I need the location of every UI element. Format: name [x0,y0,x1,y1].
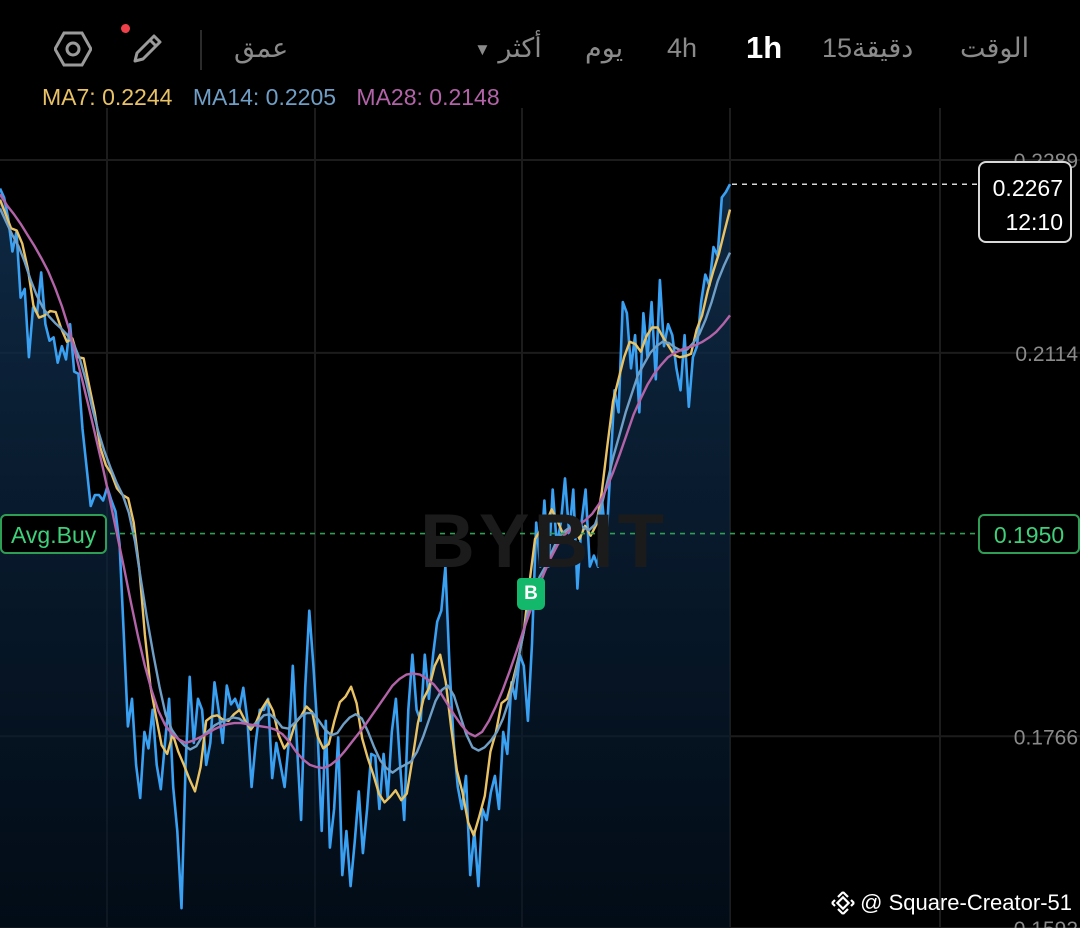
interval-15m-tab[interactable]: 15دقيقة [822,28,913,68]
ma14-legend: MA14: 0.2205 [192,84,337,110]
interval-4h-tab[interactable]: 4h [667,28,697,68]
dropdown-triangle-icon: ▼ [474,39,491,59]
buy-marker[interactable]: B [517,578,545,610]
exchange-watermark: BYBIT [420,499,668,584]
interval-day-tab[interactable]: يوم [585,28,623,68]
more-dropdown[interactable]: ▼ أكثر [474,28,542,68]
ma-legend: MA7: 0.2244 MA14: 0.2205 MA28: 0.2148 [42,84,514,111]
settings-hex-icon[interactable] [52,28,94,70]
chart-overlays [110,183,978,535]
ma28-legend: MA28: 0.2148 [356,84,500,110]
draw-pencil-icon[interactable] [126,28,168,70]
avg-buy-label[interactable]: Avg.Buy [0,514,108,554]
creator-handle: @ Square-Creator-51 [860,890,1072,915]
chart-toolbar: عمق ▼ أكثر يوم 4h 1h 15دقيقة الوقت [0,0,1080,90]
ma7-legend: MA7: 0.2244 [42,84,173,110]
draw-pencil-icon-svg [133,34,162,63]
y-tick-label-2: 0.1766 [1014,726,1078,749]
depth-tab[interactable]: عمق [234,28,288,68]
current-price-tag: 0.2267 12:10 [978,161,1072,243]
creator-credit: @ Square-Creator-51 [830,890,1072,916]
more-label: أكثر [498,33,542,63]
notification-dot [121,24,130,33]
binance-logo-icon [831,891,855,915]
candle-countdown: 12:10 [1005,209,1063,235]
y-tick-label-1: 0.2114 [1015,343,1078,366]
avg-buy-price: 0.1950 [978,514,1080,554]
interval-1h-tab[interactable]: 1h [746,28,782,68]
toolbar-divider [200,30,202,70]
price-chart[interactable]: 0.22890.21140.17660.1592 [0,0,1080,928]
time-tab[interactable]: الوقت [960,28,1029,68]
settings-hex-icon-svg [54,31,92,67]
current-price: 0.2267 [992,175,1063,201]
y-tick-label-3: 0.1592 [1014,918,1078,928]
